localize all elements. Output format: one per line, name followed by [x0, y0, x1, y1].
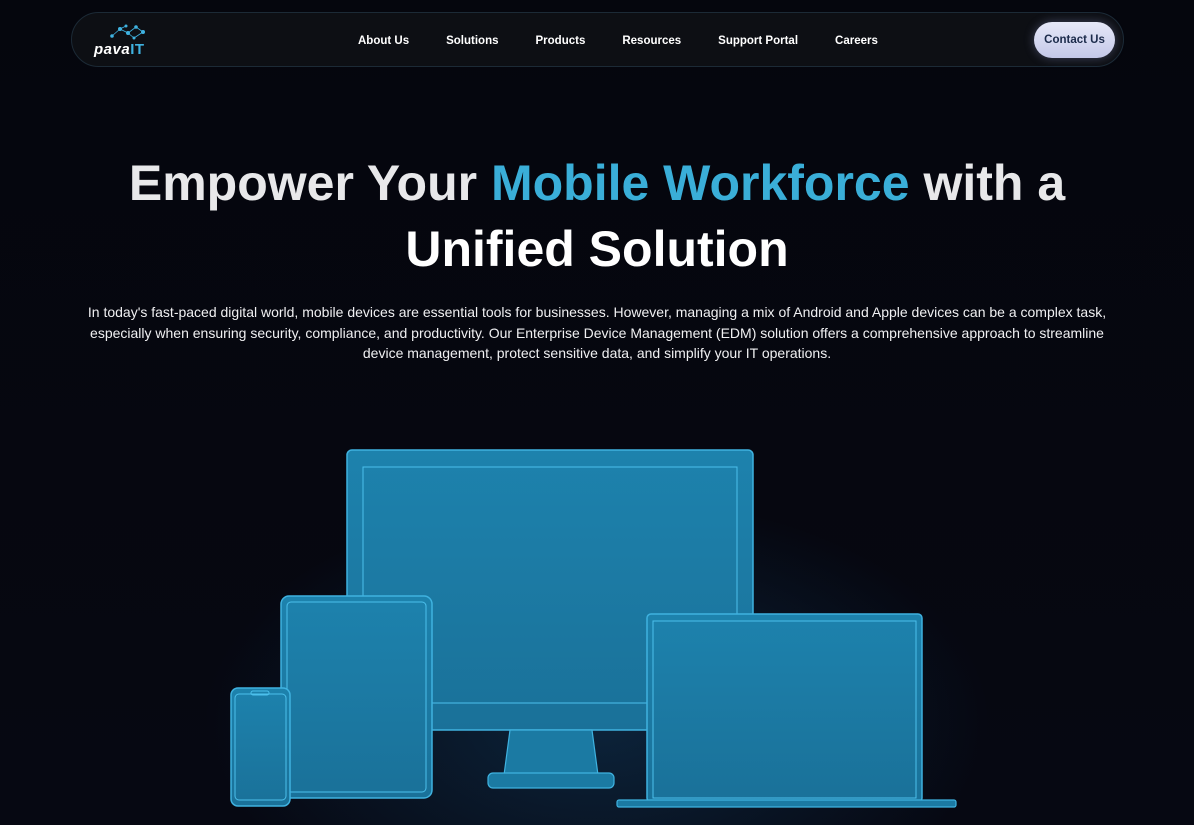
- hero-title-part2: with a: [909, 155, 1066, 211]
- hero-title-line2: Unified Solution: [405, 221, 789, 277]
- nav-links: About Us Solutions Products Resources Su…: [358, 13, 915, 68]
- contact-us-button[interactable]: Contact Us: [1034, 22, 1115, 58]
- hero-title-accent: Mobile Workforce: [490, 155, 910, 211]
- nav-item-careers[interactable]: Careers: [835, 35, 878, 47]
- logo-brand-main: pava: [94, 41, 131, 58]
- hero-description: In today's fast-paced digital world, mob…: [87, 304, 1107, 361]
- page: pavaIT About Us Solutions Products Resou…: [0, 0, 1194, 825]
- network-icon: [110, 24, 145, 40]
- nav-item-solutions[interactable]: Solutions: [446, 35, 498, 47]
- nav-item-products[interactable]: Products: [536, 35, 586, 47]
- nav-item-about-us[interactable]: About Us: [358, 35, 409, 47]
- nav-item-support-portal[interactable]: Support Portal: [718, 35, 798, 47]
- hero-title: Empower Your Mobile Workforce with a Uni…: [0, 150, 1194, 282]
- laptop-icon: [616, 613, 957, 808]
- logo[interactable]: pavaIT: [94, 24, 166, 58]
- logo-text: pavaIT: [94, 41, 145, 58]
- navbar: pavaIT About Us Solutions Products Resou…: [71, 12, 1124, 67]
- phone-icon: [230, 687, 291, 807]
- hero-title-part1: Empower Your: [128, 155, 491, 211]
- logo-brand-accent: IT: [130, 41, 145, 58]
- nav-item-resources[interactable]: Resources: [622, 35, 681, 47]
- devices-illustration: [230, 449, 957, 808]
- tablet-icon: [280, 595, 433, 799]
